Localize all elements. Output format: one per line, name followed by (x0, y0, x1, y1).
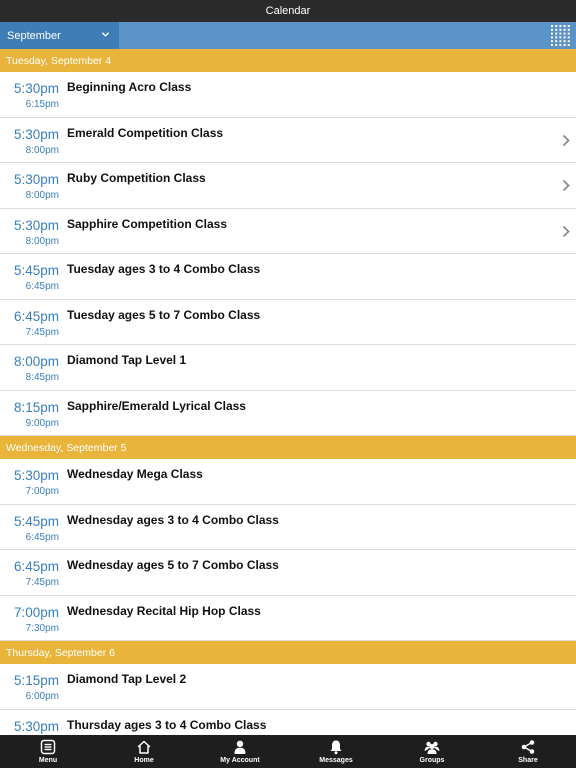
event-start-time: 8:15pm (13, 399, 59, 415)
event-start-time: 5:30pm (13, 126, 59, 142)
event-row[interactable]: 6:45pm 7:45pm Wednesday ages 5 to 7 Comb… (0, 550, 576, 596)
event-end-time: 7:45pm (25, 326, 59, 338)
event-end-time: 7:45pm (25, 577, 59, 588)
event-start-time: 5:30pm (13, 468, 59, 483)
event-start-time: 7:00pm (13, 604, 59, 620)
event-start-time: 8:00pm (13, 354, 59, 369)
event-start-time: 5:30pm (13, 718, 59, 734)
tab-label: Home (134, 757, 154, 764)
event-name: Wednesday Recital Hip Hop Class (67, 603, 261, 618)
tab-label: Menu (38, 757, 58, 764)
tab-label: My Account (220, 757, 260, 764)
event-name: Thursday ages 3 to 4 Combo Class (67, 717, 267, 732)
tab-label: Messages (319, 757, 353, 764)
event-start-time: 5:45pm (13, 513, 59, 529)
event-end-time: 8:00pm (25, 235, 59, 247)
month-dropdown-label: September (7, 29, 61, 42)
chevron-down-icon (101, 32, 110, 37)
bell-icon (330, 740, 342, 755)
event-row[interactable]: 5:30pm Thursday ages 3 to 4 Combo Class (0, 709, 576, 735)
event-name: Wednesday ages 5 to 7 Combo Class (67, 558, 279, 572)
event-row[interactable]: 5:30pm 8:00pm Ruby Competition Class (0, 163, 576, 209)
event-name: Sapphire Competition Class (67, 216, 228, 231)
event-row[interactable]: 5:30pm 8:00pm Sapphire Competition Class (0, 208, 576, 254)
event-end-time: 9:00pm (25, 417, 59, 429)
day-header-label: Wednesday, September 5 (6, 441, 127, 454)
event-row[interactable]: 5:45pm 6:45pm Tuesday ages 3 to 4 Combo … (0, 254, 576, 300)
grid-view-icon[interactable] (550, 24, 572, 47)
tab-home[interactable]: Home (96, 735, 192, 768)
event-name: Beginning Acro Class (67, 80, 192, 94)
event-row[interactable]: 5:15pm 6:00pm Diamond Tap Level 2 (0, 664, 576, 710)
event-end-time: 6:15pm (25, 99, 59, 110)
page-title: Calendar (265, 5, 311, 17)
menu-icon (40, 739, 56, 755)
day-header-label: Thursday, September 6 (6, 646, 115, 659)
chevron-right-icon (562, 134, 570, 146)
calendar-toolbar: September (0, 22, 576, 49)
event-start-time: 6:45pm (13, 559, 59, 574)
bottom-tab-bar: Menu Home My Account Messages Groups Sha… (0, 735, 576, 768)
event-name: Sapphire/Emerald Lyrical Class (67, 398, 246, 413)
tab-groups[interactable]: Groups (384, 735, 480, 768)
event-name: Tuesday ages 5 to 7 Combo Class (67, 307, 261, 322)
event-name: Diamond Tap Level 2 (67, 672, 187, 686)
day-header-wednesday: Wednesday, September 5 (0, 436, 576, 459)
chevron-right-icon (562, 225, 570, 237)
day-header-label: Tuesday, September 4 (6, 54, 112, 67)
event-row[interactable]: 5:30pm 7:00pm Wednesday Mega Class (0, 459, 576, 505)
tab-my-account[interactable]: My Account (192, 735, 288, 768)
event-start-time: 5:30pm (13, 172, 59, 187)
tab-share[interactable]: Share (480, 735, 576, 768)
event-end-time: 8:45pm (25, 372, 59, 383)
event-list: Tuesday, September 4 5:30pm 6:15pm Begin… (0, 49, 576, 735)
event-row[interactable]: 6:45pm 7:45pm Tuesday ages 5 to 7 Combo … (0, 299, 576, 345)
day-header-tuesday: Tuesday, September 4 (0, 49, 576, 72)
event-end-time: 6:45pm (25, 531, 59, 543)
event-row[interactable]: 5:30pm 6:15pm Beginning Acro Class (0, 72, 576, 118)
event-row[interactable]: 7:00pm 7:30pm Wednesday Recital Hip Hop … (0, 595, 576, 641)
event-end-time: 8:00pm (25, 144, 59, 156)
title-bar: Calendar (0, 0, 576, 22)
day-header-thursday: Thursday, September 6 (0, 641, 576, 664)
tab-label: Share (518, 757, 538, 764)
event-end-time: 6:00pm (25, 691, 59, 702)
event-name: Diamond Tap Level 1 (67, 353, 187, 367)
home-icon (137, 740, 151, 754)
event-name: Ruby Competition Class (67, 171, 206, 185)
event-end-time: 8:00pm (25, 190, 59, 201)
event-row[interactable]: 8:00pm 8:45pm Diamond Tap Level 1 (0, 345, 576, 391)
event-end-time: 7:30pm (25, 622, 59, 634)
event-row[interactable]: 8:15pm 9:00pm Sapphire/Emerald Lyrical C… (0, 390, 576, 436)
share-icon (521, 740, 535, 754)
event-name: Wednesday ages 3 to 4 Combo Class (67, 512, 279, 527)
month-dropdown[interactable]: September (0, 22, 119, 49)
event-start-time: 5:45pm (13, 263, 59, 278)
event-start-time: 5:30pm (13, 81, 59, 96)
event-name: Wednesday Mega Class (67, 467, 203, 481)
groups-icon (424, 741, 440, 754)
event-row[interactable]: 5:45pm 6:45pm Wednesday ages 3 to 4 Comb… (0, 504, 576, 550)
user-icon (234, 740, 246, 754)
event-row[interactable]: 5:30pm 8:00pm Emerald Competition Class (0, 117, 576, 163)
tab-label: Groups (419, 757, 445, 764)
event-start-time: 5:15pm (13, 673, 59, 688)
event-start-time: 5:30pm (13, 217, 59, 233)
tab-menu[interactable]: Menu (0, 735, 96, 768)
chevron-right-icon (562, 179, 570, 192)
event-start-time: 6:45pm (13, 308, 59, 324)
event-name: Tuesday ages 3 to 4 Combo Class (67, 262, 261, 276)
tab-messages[interactable]: Messages (288, 735, 384, 768)
event-end-time: 7:00pm (25, 486, 59, 497)
event-end-time: 6:45pm (25, 281, 59, 292)
event-name: Emerald Competition Class (67, 125, 224, 140)
